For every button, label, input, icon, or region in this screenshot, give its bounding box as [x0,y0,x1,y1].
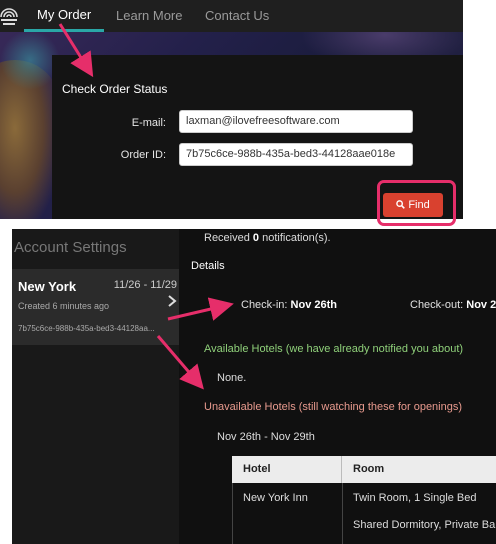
notif-count-value: 0 [252,232,260,244]
order-id-text: 7b75c6ce-988b-435a-bed3-44128aa... [18,324,155,333]
table-cell-hotel: New York Inn [243,492,308,504]
background-art-accent [0,30,60,90]
available-hotels-none: None. [217,372,247,384]
nav-learn-more[interactable]: Learn More [116,0,182,32]
notif-suffix: notification(s). [262,232,331,244]
check-in: Check-in: Nov 26th [241,299,337,311]
checkin-value: Nov 26th [290,299,337,311]
chevron-right-icon [168,295,177,307]
nav-my-order[interactable]: My Order [24,0,105,32]
available-hotels-heading: Available Hotels (we have already notifi… [204,343,464,355]
order-status-title: Check Order Status [62,82,168,96]
table-header-room: Room [342,456,496,483]
hotel-table: Hotel Room New York Inn Twin Room, 1 Sin… [232,456,496,544]
checkin-label: Check-in: [241,299,288,311]
date-range: Nov 26th - Nov 29th [217,431,315,443]
order-dates: 11/26 - 11/29 [113,279,177,291]
logo-icon[interactable] [0,4,18,28]
order-id-label: Order ID: [120,149,166,161]
email-field[interactable]: laxman@ilovefreesoftware.com [179,110,413,133]
table-header-hotel: Hotel [232,456,342,483]
order-created-time: Created 6 minutes ago [18,301,110,311]
checkout-value: Nov 2 [466,299,496,311]
table-cell-room: Shared Dormitory, Private Ba [353,519,496,531]
sidebar: Account Settings New York 11/26 - 11/29 … [12,229,179,544]
table-cell-room: Twin Room, 1 Single Bed [353,492,477,504]
find-button-highlight [377,180,456,226]
sidebar-title: Account Settings [14,239,127,256]
order-id-field[interactable]: 7b75c6ce-988b-435a-bed3-44128aae018e [179,143,413,166]
notification-count: Received 0 notification(s). [204,232,331,244]
unavailable-hotels-heading: Unavailable Hotels (still watching these… [204,401,463,413]
email-label: E-mail: [131,117,166,129]
nav-contact-us[interactable]: Contact Us [205,0,269,32]
check-out: Check-out: Nov 2 [410,299,496,311]
order-city: New York [18,279,77,294]
checkout-label: Check-out: [410,299,464,311]
order-details-panel: Account Settings New York 11/26 - 11/29 … [12,229,496,544]
navbar: My Order Learn More Contact Us [0,0,463,32]
order-card[interactable]: New York 11/26 - 11/29 Created 6 minutes… [12,269,179,345]
notif-prefix: Received [204,232,250,244]
details-heading: Details [191,260,225,272]
details-main: Received 0 notification(s). Details Chec… [179,229,496,544]
